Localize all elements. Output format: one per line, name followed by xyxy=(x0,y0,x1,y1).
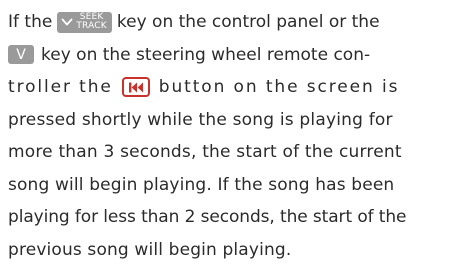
line6-text: song will begin playing. If the song has… xyxy=(8,174,395,195)
line1-text-after: key on the control panel or the xyxy=(116,12,380,33)
seek-track-key: SEEK TRACK xyxy=(57,11,112,33)
paragraph-line-7: playing for less than 2 seconds, the sta… xyxy=(8,201,442,234)
skip-previous-button xyxy=(121,77,150,98)
skip-previous-icon xyxy=(128,82,143,93)
paragraph-line-4: pressed shortly while the song is playin… xyxy=(8,104,442,137)
paragraph-line-1: If the SEEK TRACK key on the control pan… xyxy=(8,6,442,39)
instruction-paragraph: If the SEEK TRACK key on the control pan… xyxy=(8,6,442,266)
manual-page: If the SEEK TRACK key on the control pan… xyxy=(0,0,450,275)
paragraph-line-6: song will begin playing. If the song has… xyxy=(8,169,442,202)
line5-text: more than 3 seconds, the start of the cu… xyxy=(8,142,402,163)
line3-text-before: troller the xyxy=(8,77,113,98)
paragraph-line-8: previous song will begin playing. xyxy=(8,234,442,267)
line7-text: playing for less than 2 seconds, the sta… xyxy=(8,207,407,228)
line2-text-after: key on the steering wheel remote con- xyxy=(41,44,371,65)
paragraph-line-3: troller the button on the screen is xyxy=(8,71,442,104)
seek-track-label: SEEK TRACK xyxy=(76,13,107,31)
paragraph-line-5: more than 3 seconds, the start of the cu… xyxy=(8,136,442,169)
line4-text: pressed shortly while the song is playin… xyxy=(8,109,393,130)
paragraph-line-2: V key on the steering wheel remote con- xyxy=(8,39,442,72)
chevron-down-icon xyxy=(61,18,73,26)
line1-text-before: If the xyxy=(8,12,53,33)
line3-text-after: button on the screen is xyxy=(158,77,400,98)
line8-text: previous song will begin playing. xyxy=(8,239,292,260)
track-label: TRACK xyxy=(76,21,107,32)
v-key: V xyxy=(8,45,34,65)
